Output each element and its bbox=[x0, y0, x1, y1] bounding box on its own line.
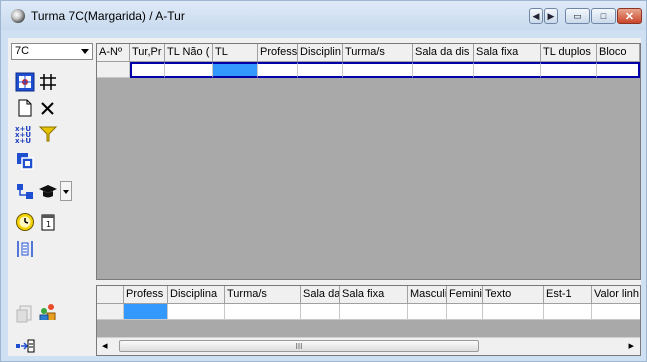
window-title: Turma 7C(Margarida) / A-Tur bbox=[31, 9, 185, 23]
arrow-link-icon[interactable] bbox=[15, 336, 35, 356]
detail-grid-header: Profess Disciplina Turma/s Sala da Sala … bbox=[97, 286, 640, 304]
maximize-button[interactable]: □ bbox=[591, 8, 616, 24]
row-header-cell[interactable] bbox=[97, 304, 124, 320]
teacher-hat-icon[interactable] bbox=[38, 181, 58, 201]
column-header[interactable]: Sala fixa bbox=[474, 44, 541, 62]
people-icon[interactable] bbox=[38, 302, 58, 322]
column-header[interactable]: Profess bbox=[258, 44, 298, 62]
main-window: Turma 7C(Margarida) / A-Tur ◀ ▶ ▭ □ ✕ 7C bbox=[0, 0, 647, 362]
column-header[interactable]: Tur,Pr bbox=[130, 44, 165, 62]
app-icon bbox=[11, 9, 25, 23]
grid-icon[interactable] bbox=[38, 72, 58, 92]
column-header[interactable]: Feminin bbox=[447, 286, 483, 304]
scroll-right-arrow[interactable]: ▸ bbox=[628, 339, 634, 352]
formula-icon[interactable]: x+U x+U x+U bbox=[15, 124, 35, 145]
table-cell[interactable] bbox=[544, 304, 592, 320]
svg-text:1: 1 bbox=[46, 220, 51, 229]
table-cell[interactable] bbox=[301, 304, 340, 320]
clock-icon[interactable] bbox=[15, 212, 35, 232]
column-header[interactable]: Profess bbox=[124, 286, 168, 304]
column-header bbox=[97, 286, 124, 304]
column-header[interactable]: Valor linh bbox=[592, 286, 640, 304]
selected-cell[interactable] bbox=[124, 304, 168, 320]
row-header-cell[interactable] bbox=[97, 62, 130, 78]
table-cell[interactable] bbox=[408, 304, 447, 320]
nav-prev-button[interactable]: ◀ bbox=[529, 8, 543, 24]
columns-icon[interactable] bbox=[15, 239, 35, 259]
main-grid-header: A-Nº Tur,Pr TL Não ( TL Profess Discipli… bbox=[97, 44, 640, 62]
delete-icon[interactable] bbox=[38, 98, 58, 118]
client-area: 7C x+U x+U x+U 1 A-Nº Tur,Pr TL Não (TL… bbox=[8, 38, 641, 356]
detail-grid[interactable]: Profess Disciplina Turma/s Sala da Sala … bbox=[96, 285, 641, 356]
table-cell[interactable] bbox=[343, 62, 413, 78]
table-cell[interactable] bbox=[298, 62, 343, 78]
table-cell[interactable] bbox=[168, 304, 225, 320]
table-cell[interactable] bbox=[340, 304, 408, 320]
filter-icon[interactable] bbox=[38, 124, 58, 144]
close-button[interactable]: ✕ bbox=[617, 8, 642, 24]
column-header[interactable]: Sala da dis bbox=[413, 44, 474, 62]
scroll-left-arrow[interactable]: ◂ bbox=[102, 339, 108, 352]
table-cell[interactable] bbox=[225, 304, 301, 320]
disabled-document-icon bbox=[15, 304, 35, 324]
table-cell[interactable] bbox=[592, 304, 640, 320]
table-row[interactable] bbox=[97, 304, 640, 320]
table-cell[interactable] bbox=[597, 62, 640, 78]
minimize-button[interactable]: ▭ bbox=[565, 8, 590, 24]
table-cell[interactable] bbox=[258, 62, 298, 78]
table-cell[interactable] bbox=[447, 304, 483, 320]
column-header[interactable]: TL duplos bbox=[541, 44, 597, 62]
selected-cell[interactable] bbox=[213, 62, 258, 78]
chevron-down-icon[interactable] bbox=[81, 49, 89, 54]
column-header[interactable]: Disciplin bbox=[298, 44, 343, 62]
column-header[interactable]: Turma/s bbox=[343, 44, 413, 62]
table-row[interactable] bbox=[97, 62, 640, 78]
table-cell[interactable] bbox=[413, 62, 474, 78]
class-select[interactable]: 7C bbox=[11, 43, 93, 60]
column-header[interactable]: Sala da bbox=[301, 286, 340, 304]
table-cell[interactable] bbox=[130, 62, 165, 78]
class-select-value: 7C bbox=[15, 45, 30, 57]
column-header[interactable]: Masculi bbox=[408, 286, 447, 304]
table-cell[interactable] bbox=[165, 62, 213, 78]
column-header[interactable]: Bloco bbox=[597, 44, 640, 62]
title-bar[interactable]: Turma 7C(Margarida) / A-Tur ◀ ▶ ▭ □ ✕ bbox=[1, 1, 646, 30]
connect-icon[interactable] bbox=[15, 181, 35, 201]
column-header[interactable]: TL Não ( bbox=[165, 44, 213, 62]
column-header[interactable]: Est-1 bbox=[544, 286, 592, 304]
main-grid[interactable]: A-Nº Tur,Pr TL Não ( TL Profess Discipli… bbox=[96, 43, 641, 280]
svg-text:x+U: x+U bbox=[15, 137, 31, 144]
column-header[interactable]: Disciplina bbox=[168, 286, 225, 304]
column-header[interactable]: Texto bbox=[483, 286, 544, 304]
table-cell[interactable] bbox=[474, 62, 541, 78]
column-header[interactable]: Sala fixa bbox=[340, 286, 408, 304]
scrollbar-grip: III bbox=[295, 341, 303, 351]
column-header[interactable]: TL bbox=[213, 44, 258, 62]
left-toolbar: 7C x+U x+U x+U 1 bbox=[8, 38, 96, 356]
nav-next-button[interactable]: ▶ bbox=[544, 8, 558, 24]
horizontal-scrollbar[interactable]: ◂ III ▸ bbox=[97, 337, 640, 355]
copy-icon[interactable] bbox=[15, 151, 35, 171]
calendar-icon[interactable]: 1 bbox=[38, 212, 58, 232]
column-header[interactable]: Turma/s bbox=[225, 286, 301, 304]
table-cell[interactable] bbox=[483, 304, 544, 320]
table-cell[interactable] bbox=[541, 62, 597, 78]
dropdown-arrow-icon[interactable] bbox=[60, 181, 72, 201]
layout-icon[interactable] bbox=[15, 72, 35, 92]
new-document-icon[interactable] bbox=[15, 98, 35, 118]
column-header[interactable]: A-Nº bbox=[97, 44, 130, 62]
scrollbar-thumb[interactable]: III bbox=[119, 340, 479, 352]
